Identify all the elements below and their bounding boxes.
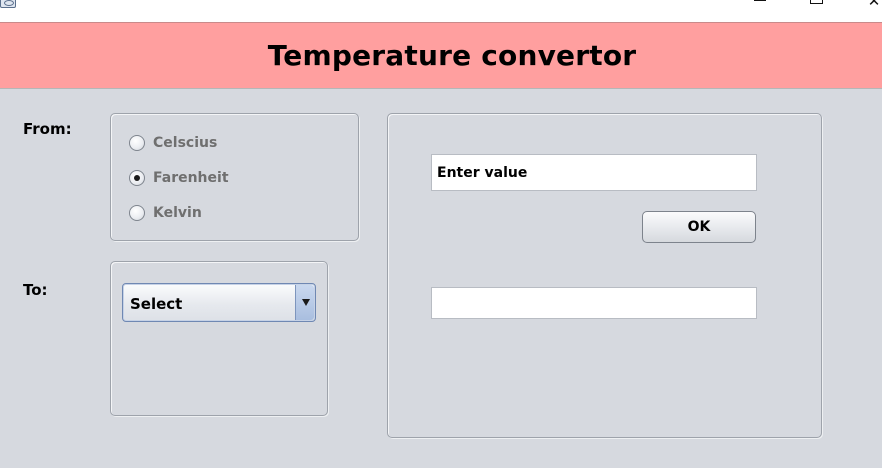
radio-celscius[interactable]: Celscius (129, 135, 217, 151)
close-icon[interactable]: ✕ (864, 0, 882, 8)
radio-label: Kelvin (153, 205, 202, 221)
result-output-field[interactable] (431, 287, 757, 319)
chevron-down-icon[interactable] (295, 285, 314, 320)
conversion-panel: OK (387, 113, 822, 438)
radio-button[interactable] (129, 205, 145, 221)
dropdown-selected-value: Select (130, 295, 183, 313)
page-title: Temperature convertor (267, 39, 637, 72)
to-unit-dropdown[interactable]: Select (122, 283, 316, 322)
ok-button[interactable]: OK (642, 211, 756, 243)
maximize-icon[interactable] (806, 0, 826, 8)
content-area: From: Celscius Farenheit Kelvin To: Sele… (0, 89, 882, 468)
radio-button-selected[interactable] (129, 170, 145, 186)
from-unit-panel: Celscius Farenheit Kelvin (110, 113, 359, 241)
app-icon[interactable] (0, 0, 16, 8)
to-unit-panel: Select (110, 261, 328, 416)
to-label: To: (23, 281, 48, 299)
title-bar: ✕ (0, 0, 882, 20)
radio-label: Celscius (153, 135, 218, 151)
radio-kelvin[interactable]: Kelvin (129, 205, 202, 221)
app-window: ✕ Temperature convertor From: Celscius F… (0, 0, 882, 468)
radio-label: Farenheit (153, 170, 229, 186)
header-banner: Temperature convertor (0, 22, 882, 89)
minimize-icon[interactable] (750, 0, 770, 8)
radio-button[interactable] (129, 135, 145, 151)
radio-farenheit[interactable]: Farenheit (129, 170, 229, 186)
value-input[interactable] (431, 154, 757, 191)
from-label: From: (23, 120, 72, 138)
